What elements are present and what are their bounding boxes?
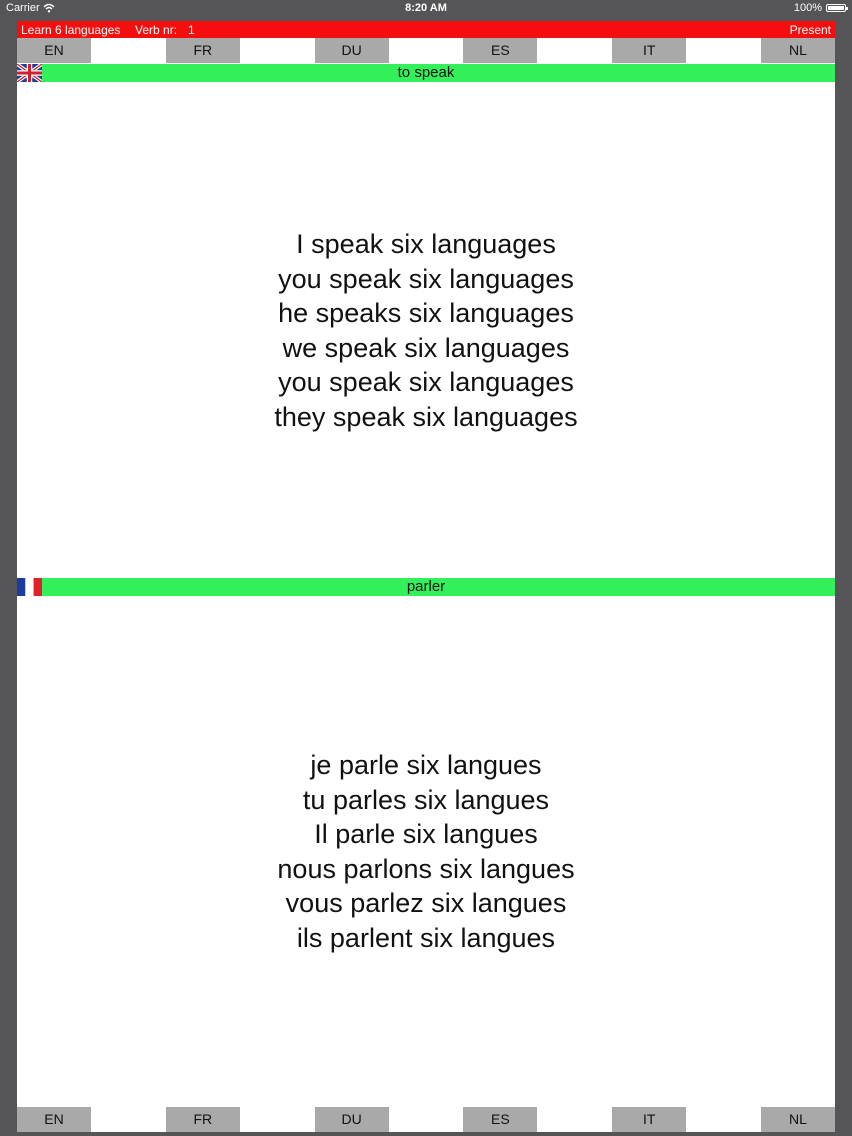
conjugation-line: you speak six languages: [278, 263, 574, 294]
france-flag-icon: [17, 578, 42, 596]
status-bar: Carrier 8:20 AM 100%: [0, 0, 852, 18]
lang-slot[interactable]: [91, 1107, 166, 1132]
lang-button-du[interactable]: DU: [314, 38, 389, 63]
conjugation-line: they speak six languages: [274, 401, 578, 432]
lang-slot[interactable]: [686, 1107, 761, 1132]
lang-button-fr[interactable]: FR: [165, 1107, 240, 1132]
language-bar-top: EN FR DU ES IT NL: [17, 38, 835, 63]
lang-button-es[interactable]: ES: [463, 1107, 538, 1132]
lang-slot[interactable]: [686, 38, 761, 63]
lang-slot[interactable]: [388, 1107, 464, 1132]
conjugation-line: he speaks six languages: [278, 298, 574, 329]
lang-button-nl[interactable]: NL: [760, 1107, 835, 1132]
conjugation-line: I speak six languages: [296, 229, 556, 259]
verb-number: 1: [188, 23, 195, 37]
tense-button[interactable]: Present: [790, 23, 831, 37]
verb-infinitive-top: to speak: [397, 64, 455, 81]
battery-percent: 100%: [793, 2, 822, 14]
lang-slot[interactable]: [91, 38, 166, 63]
battery-icon: [826, 4, 848, 12]
lang-slot[interactable]: [537, 1107, 613, 1132]
lang-button-en[interactable]: EN: [17, 38, 91, 63]
language-bar-bottom: EN FR DU ES IT NL: [17, 1107, 835, 1132]
conjugation-line: you speak six languages: [278, 367, 574, 398]
app-window: Learn 6 languages Verb nr: 1 Present EN …: [17, 21, 835, 1132]
conjugation-list-bottom: je parle six langues tu parles six langu…: [17, 748, 835, 956]
conjugation-line: je parle six langues: [310, 750, 542, 780]
lang-button-du[interactable]: DU: [314, 1107, 389, 1132]
lang-button-fr[interactable]: FR: [165, 38, 240, 63]
verb-number-label: Verb nr:: [135, 23, 178, 37]
clock: 8:20 AM: [405, 2, 447, 14]
lang-button-it[interactable]: IT: [612, 38, 687, 63]
verb-header-bottom[interactable]: parler: [17, 578, 835, 596]
lang-slot[interactable]: [388, 38, 464, 63]
lang-button-en[interactable]: EN: [17, 1107, 91, 1132]
conjugation-line: we speak six languages: [282, 332, 570, 363]
conjugation-line: ils parlent six langues: [296, 922, 556, 953]
conjugation-line: Il parle six langues: [314, 819, 538, 850]
app-title: Learn 6 languages: [21, 23, 121, 37]
conjugation-line: vous parlez six langues: [285, 888, 567, 919]
lang-button-it[interactable]: IT: [612, 1107, 687, 1132]
verb-infinitive-bottom: parler: [406, 578, 446, 595]
uk-flag-icon: [17, 64, 42, 82]
lang-button-nl[interactable]: NL: [760, 38, 835, 63]
lang-button-es[interactable]: ES: [463, 38, 538, 63]
conjugation-line: nous parlons six langues: [277, 853, 575, 884]
title-bar: Learn 6 languages Verb nr: 1 Present: [17, 21, 835, 38]
lang-slot[interactable]: [239, 38, 315, 63]
lang-slot[interactable]: [239, 1107, 315, 1132]
lang-slot[interactable]: [537, 38, 613, 63]
conjugation-line: tu parles six langues: [302, 784, 550, 815]
verb-header-top[interactable]: to speak: [17, 64, 835, 82]
conjugation-list-top: I speak six languages you speak six lang…: [17, 227, 835, 435]
